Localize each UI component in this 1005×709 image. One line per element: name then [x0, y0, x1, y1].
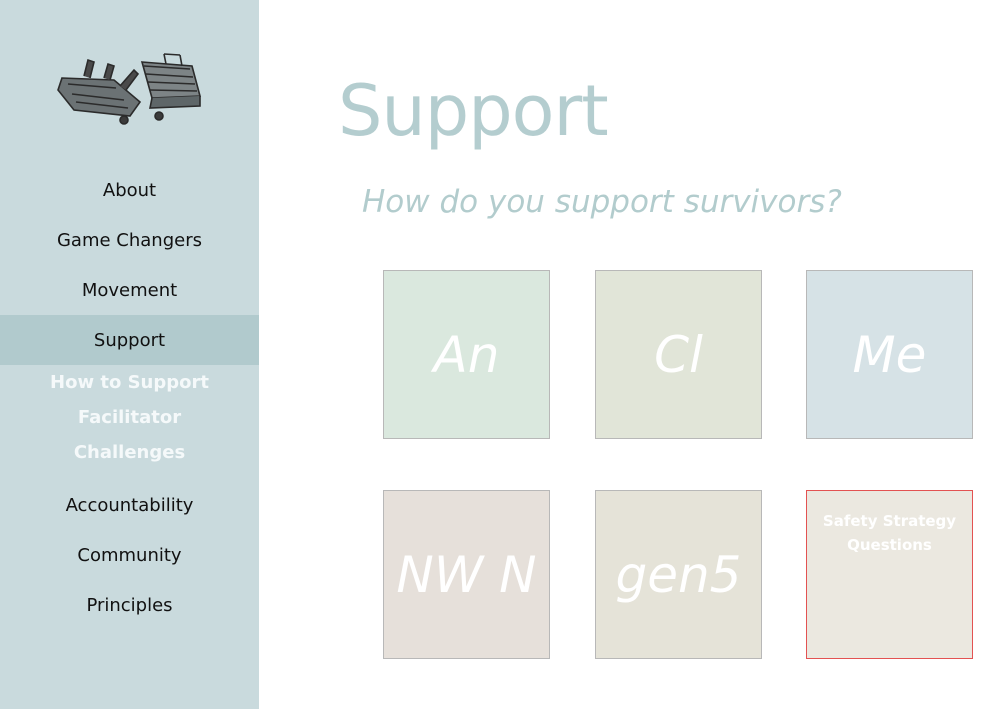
page-subtitle: How do you support survivors? — [362, 184, 842, 220]
tile-me[interactable]: Me — [806, 270, 973, 439]
tile-safety-strategy-questions[interactable]: Safety Strategy Questions — [806, 490, 973, 659]
tile-cl[interactable]: Cl — [595, 270, 762, 439]
sidebar-item-about[interactable]: About — [0, 165, 259, 215]
tile-label-line1: Safety Strategy — [822, 512, 957, 530]
sidebar-item-principles[interactable]: Principles — [0, 580, 259, 630]
tile-label-line2: Questions — [847, 536, 932, 554]
sidebar-subitem-challenges[interactable]: Challenges — [0, 435, 259, 470]
sidebar-item-game-changers[interactable]: Game Changers — [0, 215, 259, 265]
sidebar-item-movement[interactable]: Movement — [0, 265, 259, 315]
sidebar-subitem-facilitator[interactable]: Facilitator — [0, 400, 259, 435]
sidebar-item-accountability[interactable]: Accountability — [0, 480, 259, 530]
tile-gen5[interactable]: gen5 — [595, 490, 762, 659]
sidebar-item-community[interactable]: Community — [0, 530, 259, 580]
tile-nw-n[interactable]: NW N — [383, 490, 550, 659]
sidebar-subitem-how-to-support[interactable]: How to Support — [0, 365, 259, 400]
page-title: Support — [338, 70, 609, 152]
toolbox-icon[interactable] — [54, 50, 204, 130]
sidebar: About Game Changers Movement Support How… — [0, 0, 259, 709]
tile-an[interactable]: An — [383, 270, 550, 439]
cut-off-heading — [380, 698, 940, 709]
sidebar-item-support[interactable]: Support — [0, 315, 259, 365]
